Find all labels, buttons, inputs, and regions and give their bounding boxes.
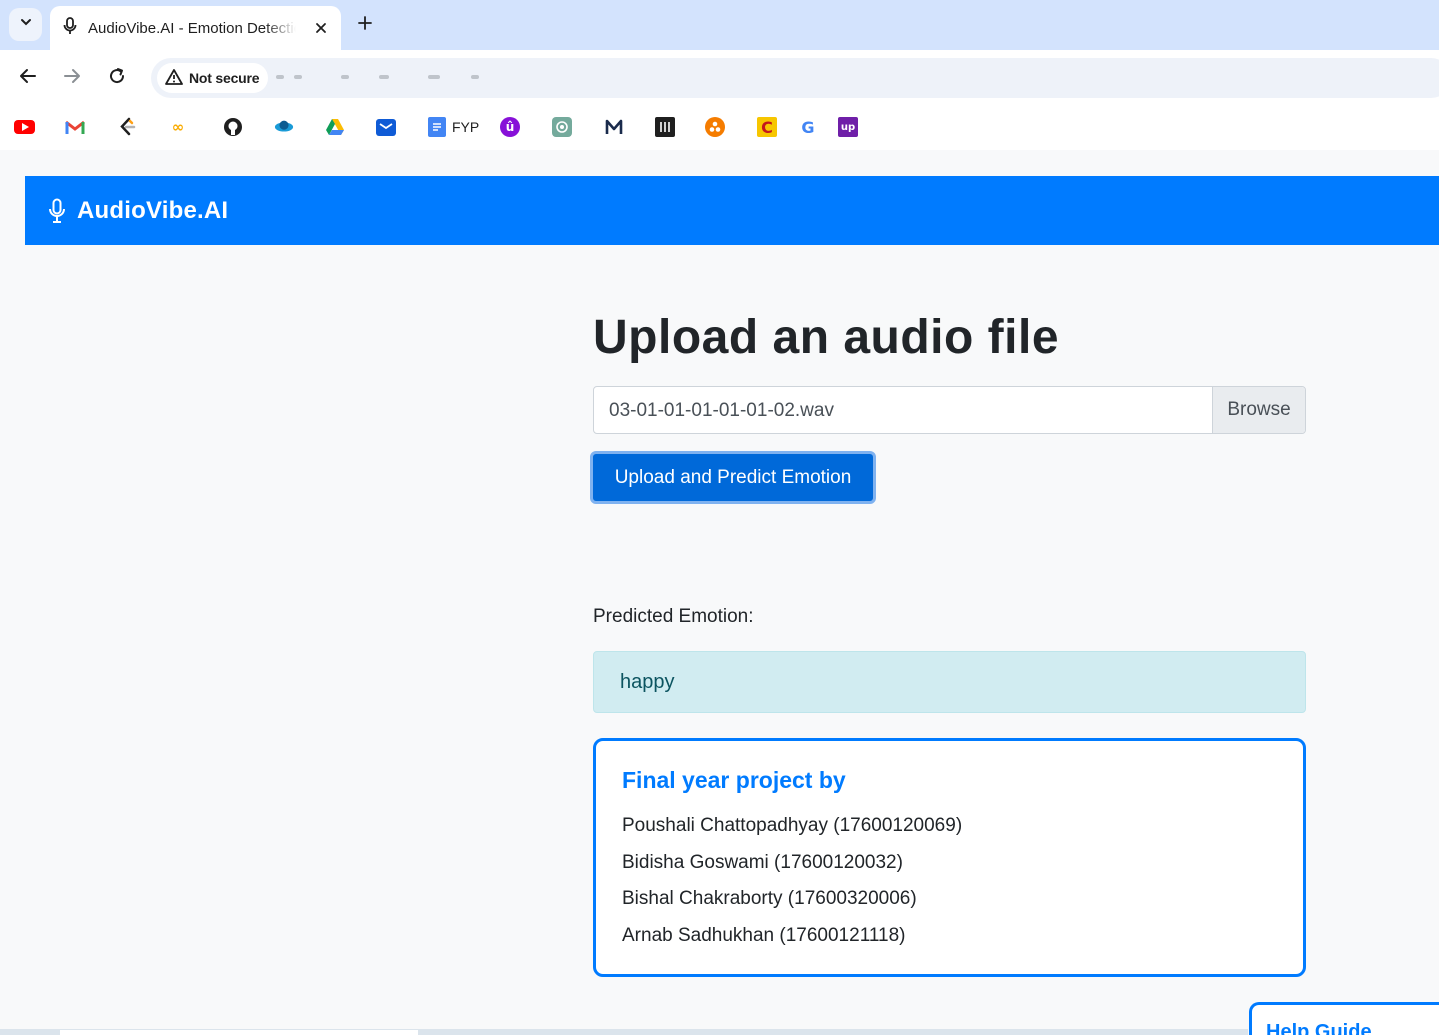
selected-file-name: 03-01-01-01-01-01-02.wav bbox=[609, 400, 834, 421]
page-title: Upload an audio file bbox=[593, 311, 1060, 364]
predicted-emotion-result: happy bbox=[593, 651, 1306, 713]
team-member: Bidisha Goswami (17600120032) bbox=[622, 851, 903, 873]
address-bar[interactable]: Not secure bbox=[151, 58, 1439, 98]
bookmark-udemy[interactable]: û bbox=[500, 116, 520, 138]
help-guide-card[interactable]: Help Guide bbox=[1249, 1002, 1439, 1035]
forward-button[interactable] bbox=[58, 64, 86, 92]
bookmark-colab[interactable]: ∞ bbox=[168, 116, 188, 138]
chevron-down-icon bbox=[19, 15, 33, 34]
c-icon: C bbox=[757, 117, 777, 137]
site-navbar: AudioVibe.AI bbox=[25, 176, 1439, 245]
bookmark-google[interactable]: G bbox=[798, 116, 818, 138]
close-tab-icon[interactable] bbox=[311, 18, 331, 38]
mail-app-icon bbox=[376, 118, 396, 136]
tab-search-button[interactable] bbox=[9, 8, 42, 41]
chatgpt-icon bbox=[552, 117, 572, 137]
google-drive-icon bbox=[325, 117, 345, 137]
horizontal-scrollbar-thumb[interactable] bbox=[60, 1030, 418, 1035]
bottom-scroll-strip bbox=[0, 1029, 1248, 1035]
brand-name[interactable]: AudioVibe.AI bbox=[77, 197, 228, 225]
bookmark-m-logo[interactable] bbox=[604, 116, 624, 138]
leetcode-icon bbox=[117, 117, 137, 137]
team-member: Poushali Chattopadhyay (17600120069) bbox=[622, 815, 963, 836]
bookmark-c[interactable]: C bbox=[757, 116, 777, 138]
gmail-icon bbox=[65, 117, 85, 137]
bookmark-mail-app[interactable] bbox=[376, 116, 396, 138]
upwork-icon: up bbox=[838, 117, 858, 137]
bookmark-label: FYP bbox=[452, 119, 480, 135]
browser-toolbar: Not secure bbox=[0, 50, 1439, 106]
youtube-icon bbox=[14, 120, 35, 134]
bookmark-github[interactable] bbox=[223, 116, 243, 138]
security-label: Not secure bbox=[189, 70, 260, 86]
udemy-icon: û bbox=[500, 117, 520, 137]
arrow-right-icon bbox=[63, 67, 81, 90]
predicted-emotion-label: Predicted Emotion: bbox=[593, 606, 754, 627]
bookmark-chatgpt[interactable] bbox=[552, 116, 572, 138]
new-tab-button[interactable] bbox=[352, 12, 378, 38]
warning-icon bbox=[165, 68, 183, 88]
bookmark-google-drive[interactable] bbox=[325, 116, 345, 138]
docs-icon bbox=[428, 117, 446, 137]
github-icon bbox=[223, 117, 243, 137]
microphone-icon bbox=[47, 197, 67, 225]
m-logo-icon bbox=[604, 117, 624, 137]
upload-predict-button[interactable]: Upload and Predict Emotion bbox=[590, 451, 876, 504]
dark-square-icon bbox=[655, 117, 675, 137]
bookmark-fyp[interactable]: FYP bbox=[428, 116, 479, 138]
bookmarks-bar: ∞ FYP û C G up bbox=[0, 106, 1439, 150]
security-chip[interactable]: Not secure bbox=[157, 63, 269, 93]
credits-card: Final year project by Poushali Chattopad… bbox=[593, 738, 1306, 977]
bookmark-gmail[interactable] bbox=[65, 116, 85, 138]
team-member: Arnab Sadhukhan (17600121118) bbox=[622, 924, 906, 946]
arrow-left-icon bbox=[19, 67, 37, 90]
tab-title: AudioVibe.AI - Emotion Detection bbox=[88, 19, 296, 37]
globe-icon bbox=[274, 117, 294, 137]
bookmark-dark-square[interactable] bbox=[655, 116, 675, 138]
browser-tab-strip: AudioVibe.AI - Emotion Detection bbox=[0, 0, 1439, 50]
help-guide-title: Help Guide bbox=[1266, 1021, 1372, 1035]
reload-button[interactable] bbox=[103, 64, 131, 92]
bookmark-globe[interactable] bbox=[274, 116, 294, 138]
credits-title: Final year project by bbox=[622, 767, 846, 793]
circles-icon bbox=[705, 117, 725, 137]
bookmark-circles[interactable] bbox=[705, 116, 725, 138]
back-button[interactable] bbox=[14, 64, 42, 92]
browser-tab-active[interactable]: AudioVibe.AI - Emotion Detection bbox=[50, 6, 341, 50]
team-member: Bishal Chakraborty (17600320006) bbox=[622, 888, 917, 909]
bookmark-leetcode[interactable] bbox=[117, 116, 137, 138]
plus-icon bbox=[357, 15, 373, 36]
microphone-icon bbox=[62, 16, 78, 40]
browse-button[interactable]: Browse bbox=[1212, 387, 1305, 433]
colab-icon: ∞ bbox=[171, 118, 185, 136]
url-text-redacted bbox=[276, 71, 479, 85]
reload-icon bbox=[108, 67, 126, 90]
google-icon: G bbox=[801, 117, 815, 137]
bookmark-upwork[interactable]: up bbox=[838, 116, 858, 138]
bookmark-youtube[interactable] bbox=[14, 116, 35, 138]
audio-file-input[interactable]: 03-01-01-01-01-01-02.wav Browse bbox=[593, 386, 1306, 434]
